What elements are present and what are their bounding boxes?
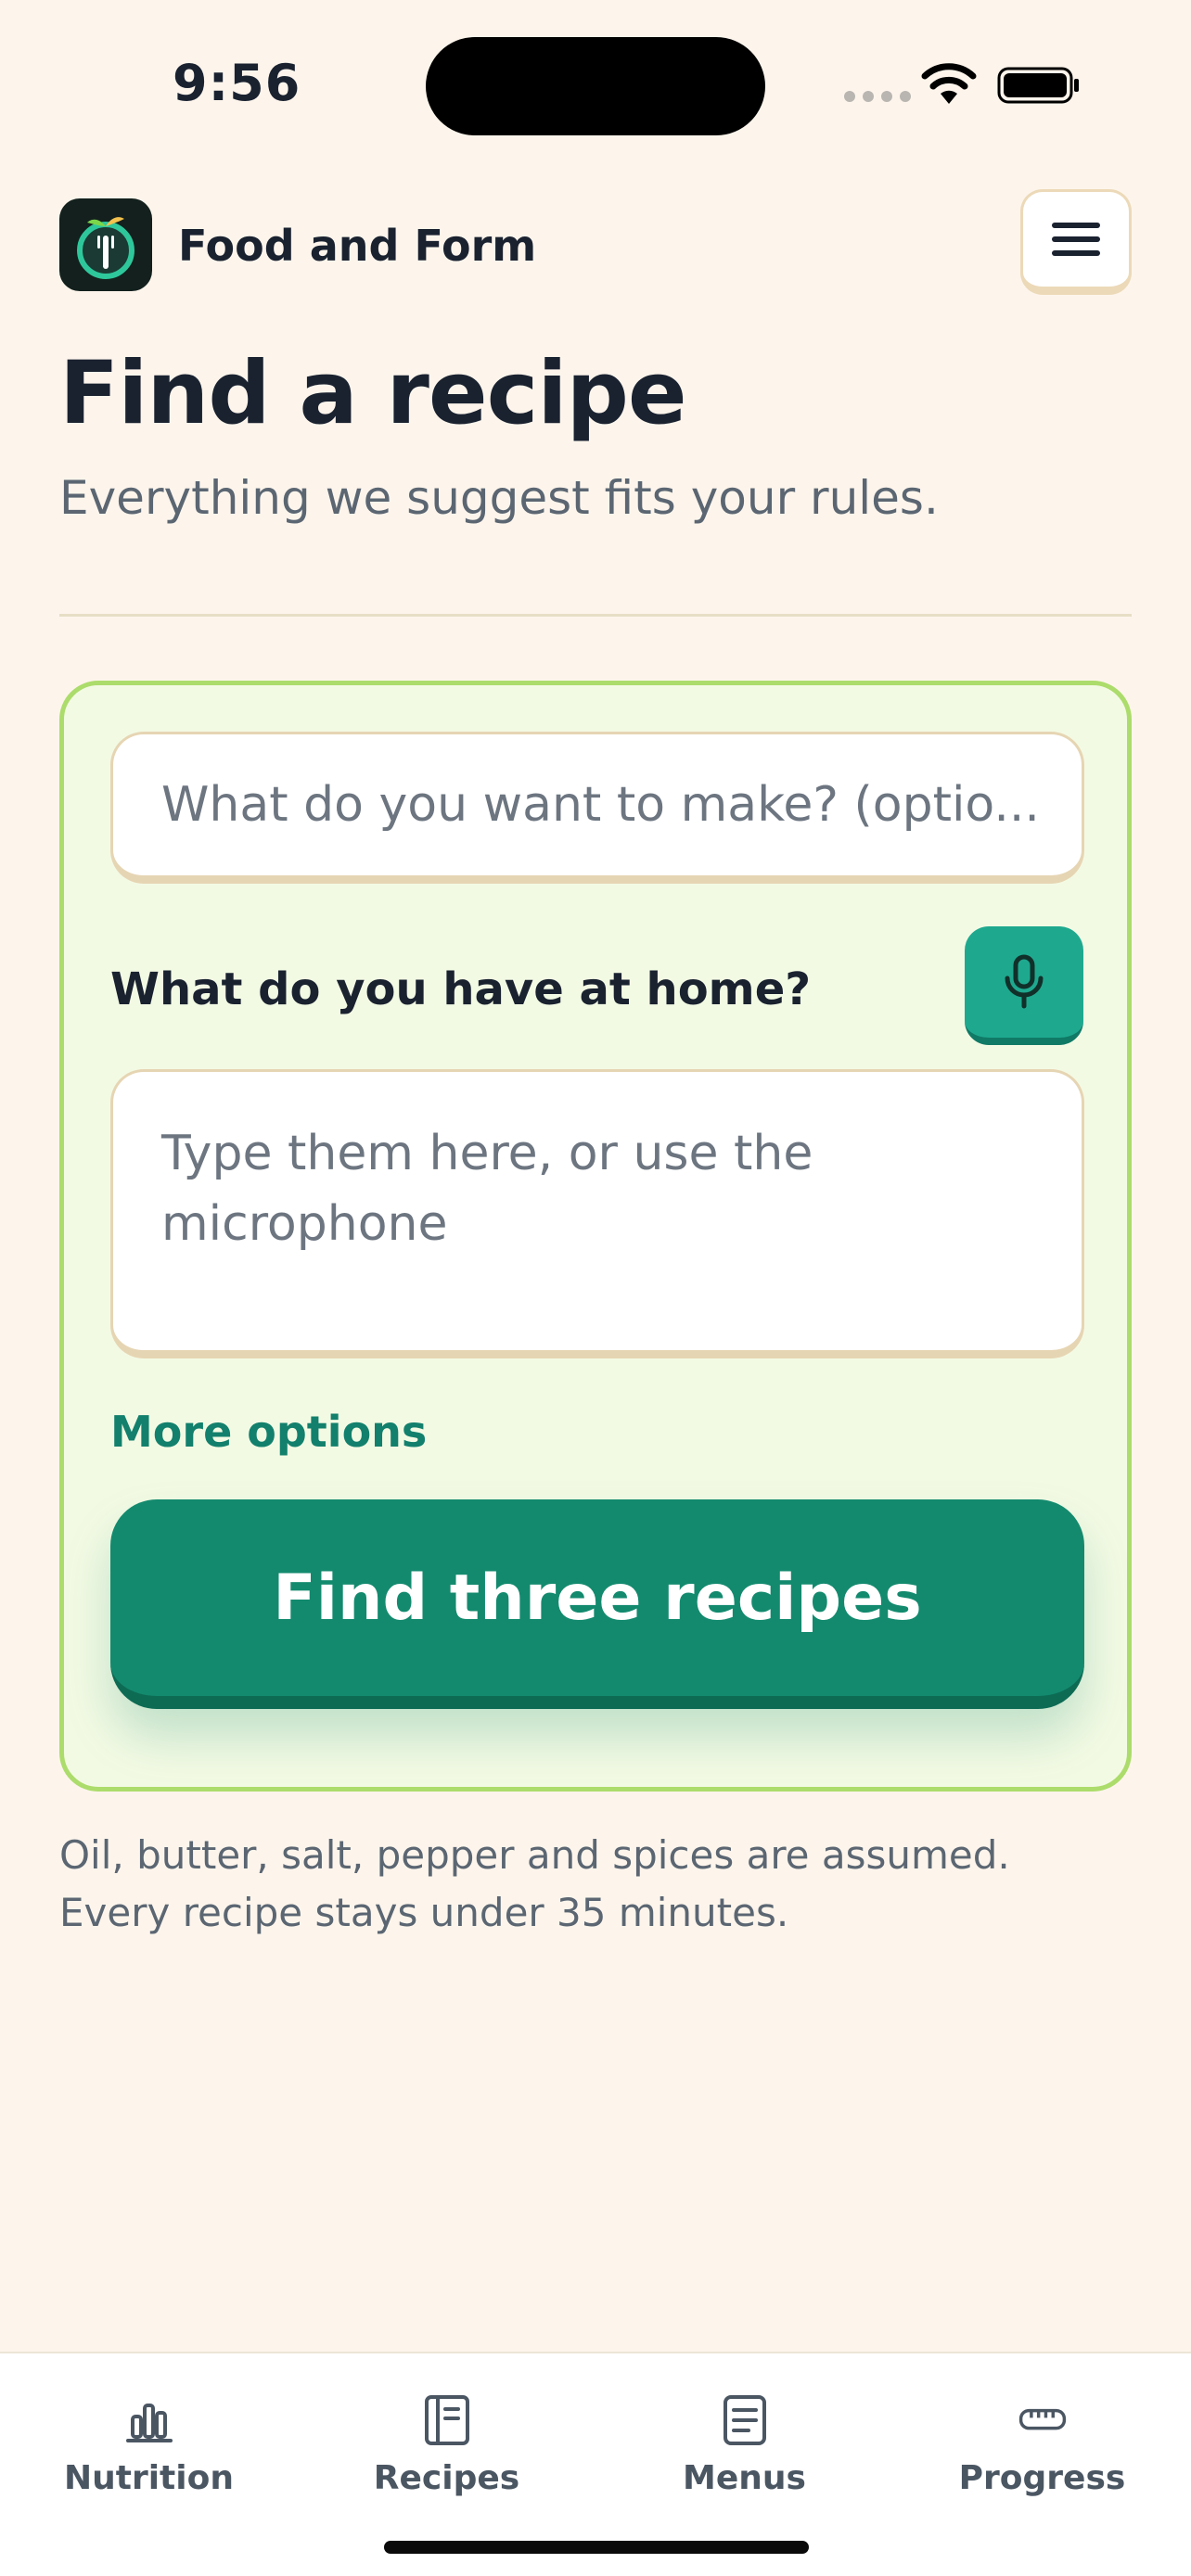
- microphone-icon: [1005, 954, 1044, 1009]
- menu-button[interactable]: [1020, 189, 1132, 295]
- tab-nutrition[interactable]: Nutrition: [0, 2353, 298, 2520]
- tab-label: Recipes: [373, 2459, 520, 2497]
- wifi-icon: [921, 63, 977, 104]
- app-header: Food and Form: [59, 189, 1132, 295]
- find-recipe-screen: 9:56 Food and Form Find a recipe Everyth…: [0, 0, 1191, 2576]
- cellular-signal-icon: [844, 91, 911, 102]
- divider: [59, 614, 1132, 617]
- tab-label: Menus: [683, 2459, 806, 2497]
- battery-icon: [997, 67, 1079, 104]
- ingredients-placeholder: Type them here, or use the microphone: [161, 1126, 813, 1252]
- bar-chart-icon: [125, 2404, 173, 2442]
- assumptions-note: Oil, butter, salt, pepper and spices are…: [59, 1832, 1010, 1935]
- app-name: Food and Form: [178, 221, 537, 271]
- ingredients-label: What do you have at home?: [110, 963, 812, 1015]
- page-title: Find a recipe: [59, 343, 687, 444]
- more-options-link[interactable]: More options: [110, 1407, 427, 1457]
- recipe-search-card: What do you want to make? (optio... What…: [59, 681, 1132, 1792]
- home-indicator[interactable]: [384, 2541, 809, 2554]
- status-bar: 9:56: [0, 0, 1191, 167]
- tab-menus[interactable]: Menus: [596, 2353, 893, 2520]
- book-icon: [424, 2395, 469, 2445]
- page-subtitle: Everything we suggest fits your rules.: [59, 471, 939, 525]
- find-recipes-button[interactable]: Find three recipes: [110, 1499, 1084, 1709]
- dynamic-island: [426, 37, 765, 135]
- tab-recipes[interactable]: Recipes: [298, 2353, 596, 2520]
- ingredients-textarea[interactable]: Type them here, or use the microphone: [110, 1069, 1084, 1358]
- dish-input-placeholder: What do you want to make? (optio...: [161, 777, 1040, 833]
- dish-input[interactable]: What do you want to make? (optio...: [110, 732, 1084, 884]
- tab-label: Nutrition: [64, 2459, 234, 2497]
- tab-label: Progress: [958, 2459, 1126, 2497]
- ruler-icon: [1018, 2408, 1066, 2430]
- apple-fork-icon: [59, 198, 152, 291]
- document-icon: [723, 2395, 766, 2445]
- microphone-button[interactable]: [965, 926, 1083, 1045]
- tab-progress[interactable]: Progress: [893, 2353, 1191, 2520]
- hamburger-menu-icon: [1052, 223, 1100, 256]
- status-time: 9:56: [173, 54, 301, 112]
